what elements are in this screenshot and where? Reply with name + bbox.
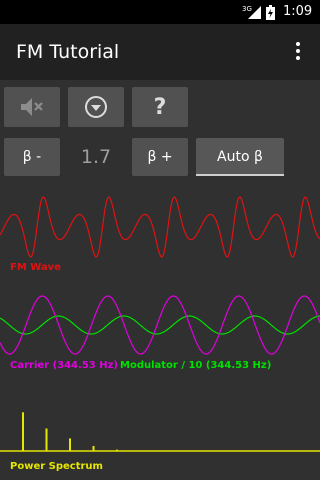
carrier-modulator-plot xyxy=(0,295,320,355)
carrier-label: Carrier (344.53 Hz) xyxy=(10,360,118,371)
modulator-label: Modulator / 10 (344.53 Hz) xyxy=(120,360,272,371)
signal-icon xyxy=(248,6,261,19)
modulator-line xyxy=(0,315,320,335)
beta-value: 1.7 xyxy=(80,146,112,168)
power-spectrum-label: Power Spectrum xyxy=(10,461,103,472)
chevron-down-circle-icon xyxy=(85,96,107,118)
main-content: ? β - 1.7 β + Auto β FM Wave Carrier (34… xyxy=(0,80,320,480)
battery-icon xyxy=(266,5,275,20)
beta-plus-button[interactable]: β + xyxy=(132,138,188,176)
fm-wave-line xyxy=(0,196,320,258)
app-bar: FM Tutorial xyxy=(0,24,320,80)
beta-minus-button[interactable]: β - xyxy=(4,138,60,176)
mute-button[interactable] xyxy=(4,87,60,127)
menu-button[interactable] xyxy=(68,87,124,127)
help-button[interactable]: ? xyxy=(132,87,188,127)
fm-wave-plot xyxy=(0,196,320,258)
more-vert-icon[interactable] xyxy=(290,42,306,64)
auto-beta-button[interactable]: Auto β xyxy=(196,138,284,176)
status-bar: 3G 1:09 xyxy=(0,0,320,24)
clock: 1:09 xyxy=(283,4,313,19)
auto-beta-indicator xyxy=(196,174,284,176)
app-title: FM Tutorial xyxy=(16,41,120,63)
power-spectrum-plot xyxy=(0,412,320,452)
volume-off-icon xyxy=(21,98,43,116)
fm-wave-label: FM Wave xyxy=(10,262,61,273)
